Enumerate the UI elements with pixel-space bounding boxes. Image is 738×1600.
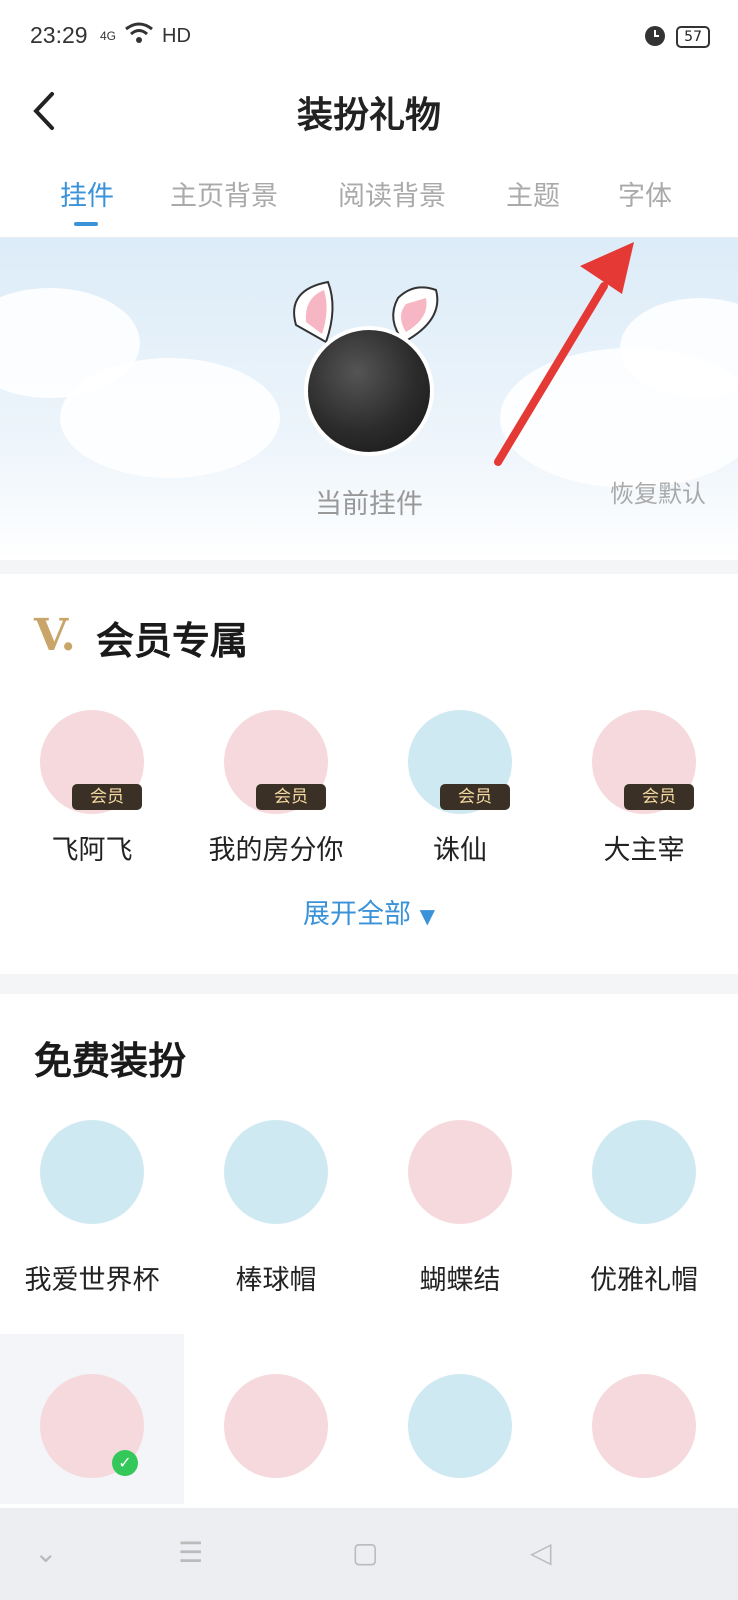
vip-item[interactable]: 会员 我的房分你: [184, 700, 368, 870]
free-item[interactable]: 优雅礼帽: [552, 1110, 736, 1300]
vip-section-title: 会员专属: [96, 618, 249, 663]
tab-font[interactable]: 字体: [618, 174, 672, 213]
tab-theme[interactable]: 主题: [506, 174, 560, 213]
vip-badge: 会员: [72, 784, 142, 810]
pendant-avatar: [224, 1374, 328, 1478]
expand-all-label: 展开全部: [303, 899, 411, 930]
network-label: HD: [162, 24, 191, 47]
signal-icon: 4G: [100, 29, 117, 43]
free-item[interactable]: [368, 1334, 552, 1504]
pendant-avatar: [592, 1374, 696, 1478]
chevron-down-icon[interactable]: ⌄: [34, 1536, 57, 1569]
home-square-icon[interactable]: ▢: [352, 1536, 378, 1569]
free-item-label: 优雅礼帽: [590, 1265, 698, 1296]
free-item[interactable]: [184, 1334, 368, 1504]
pendant-avatar: [40, 1120, 144, 1224]
back-triangle-icon[interactable]: ◁: [530, 1536, 552, 1569]
free-item-label: 棒球帽: [235, 1265, 317, 1296]
free-item-label: 我爱世界杯: [24, 1265, 160, 1296]
vip-badge: 会员: [624, 784, 694, 810]
free-item[interactable]: 我爱世界杯: [0, 1110, 184, 1300]
alarm-icon: [642, 22, 668, 52]
free-item-selected[interactable]: ✓: [0, 1334, 184, 1504]
status-bar: 23:29 4G HD 57: [0, 0, 738, 72]
wifi-icon: [124, 22, 154, 50]
vip-item[interactable]: 会员 大主宰: [552, 700, 736, 870]
system-nav-bar: ⌄ ☰ ▢ ◁: [0, 1508, 738, 1600]
pendant-avatar: [408, 1374, 512, 1478]
current-pendant-banner: 当前挂件 恢复默认: [0, 238, 738, 560]
status-icons: 4G HD: [100, 22, 191, 50]
vip-badge: 会员: [256, 784, 326, 810]
free-item[interactable]: [552, 1334, 736, 1504]
nav-bar: 装扮礼物: [0, 72, 738, 152]
free-section-title: 免费装扮: [34, 1038, 187, 1083]
vip-item-label: 大主宰: [603, 835, 685, 866]
vip-item[interactable]: 会员 诛仙: [368, 700, 552, 870]
cloud-decoration: [60, 358, 280, 478]
status-right: 57: [642, 22, 710, 52]
current-avatar[interactable]: [304, 326, 434, 456]
page-title: 装扮礼物: [296, 94, 441, 136]
free-item[interactable]: 蝴蝶结: [368, 1110, 552, 1300]
free-item-label: 蝴蝶结: [419, 1265, 501, 1296]
menu-icon[interactable]: ☰: [178, 1536, 203, 1569]
pendant-avatar: [592, 1120, 696, 1224]
vip-badge: 会员: [440, 784, 510, 810]
vip-item-label: 我的房分你: [208, 835, 344, 866]
status-time: 23:29: [30, 22, 88, 48]
triangle-down-icon: ▼: [419, 904, 435, 928]
vip-section: V. 会员专属 会员 飞阿飞 会员 我的房分你 会员 诛仙 会员 大主宰 展开全…: [0, 574, 738, 974]
vip-logo: V.: [34, 610, 76, 661]
pendant-avatar: [408, 1120, 512, 1224]
free-item[interactable]: 棒球帽: [184, 1110, 368, 1300]
battery-icon: 57: [676, 26, 710, 48]
free-section: 免费装扮 我爱世界杯 棒球帽 蝴蝶结 优雅礼帽 ✓: [0, 994, 738, 1508]
checkmark-icon: ✓: [112, 1450, 138, 1476]
tab-reading-background[interactable]: 阅读背景: [338, 174, 446, 213]
active-tab-indicator: [74, 222, 98, 226]
tab-bar: 挂件 主页背景 阅读背景 主题 字体: [0, 152, 738, 238]
tab-home-background[interactable]: 主页背景: [170, 174, 278, 213]
annotation-arrow-icon: [494, 242, 634, 466]
pendant-avatar: [224, 1120, 328, 1224]
vip-item-label: 飞阿飞: [51, 835, 133, 866]
vip-item-label: 诛仙: [433, 835, 487, 866]
restore-default-link[interactable]: 恢复默认: [610, 474, 706, 509]
vip-item[interactable]: 会员 飞阿飞: [0, 700, 184, 870]
expand-all-button[interactable]: 展开全部 ▼: [0, 892, 738, 931]
tab-pendant[interactable]: 挂件: [60, 174, 114, 213]
